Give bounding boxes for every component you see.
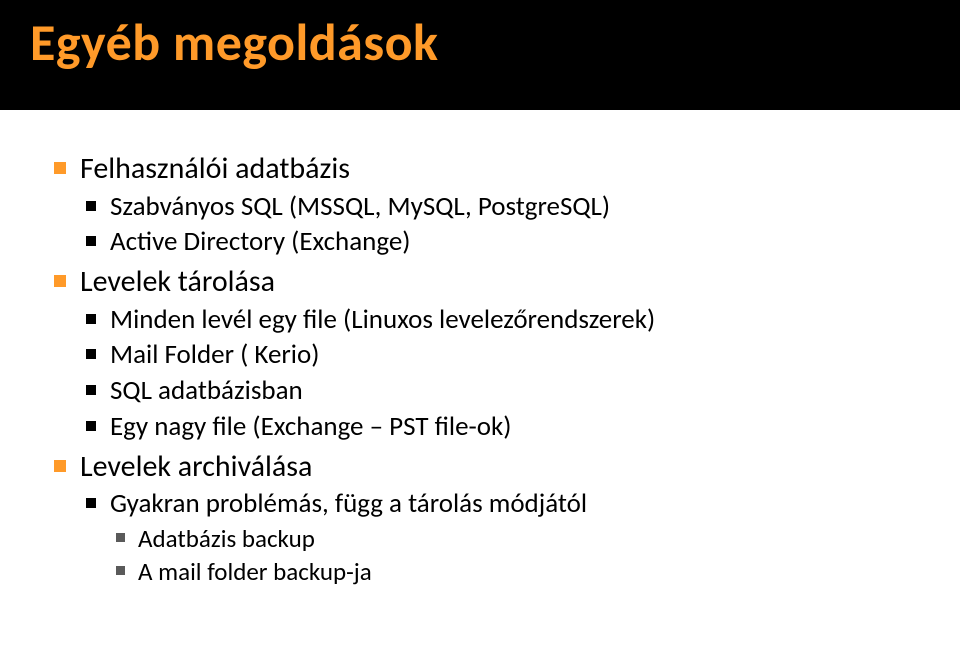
list-item-label: A mail folder backup-ja — [138, 556, 372, 587]
list-item: Mail Folder ( Kerio) — [80, 338, 920, 372]
list-item: Active Directory (Exchange) — [80, 225, 920, 259]
bullet-list-level2: Szabványos SQL (MSSQL, MySQL, PostgreSQL… — [80, 190, 920, 260]
list-item: Szabványos SQL (MSSQL, MySQL, PostgreSQL… — [80, 190, 920, 224]
list-item: Adatbázis backup — [110, 523, 920, 554]
list-item-label: Levelek archiválása — [80, 448, 312, 485]
list-item-label: SQL adatbázisban — [110, 374, 303, 407]
list-item-label: Minden levél egy file (Linuxos levelezőr… — [110, 303, 655, 336]
list-item: A mail folder backup-ja — [110, 556, 920, 587]
list-item: SQL adatbázisban — [80, 374, 920, 408]
bullet-list-level2: Minden levél egy file (Linuxos levelezőr… — [80, 303, 920, 444]
list-item: Levelek archiválása Gyakran problémás, f… — [50, 448, 920, 588]
list-item: Levelek tárolása Minden levél egy file (… — [50, 263, 920, 444]
list-item-label: Levelek tárolása — [80, 263, 275, 300]
list-item: Minden levél egy file (Linuxos levelezőr… — [80, 303, 920, 337]
slide-title: Egyéb megoldások — [30, 10, 930, 74]
list-item-label: Egy nagy file (Exchange – PST file-ok) — [110, 410, 511, 443]
list-item-label: Felhasználói adatbázis — [80, 150, 350, 187]
list-item: Gyakran problémás, függ a tárolás módját… — [80, 487, 920, 587]
list-item-label: Active Directory (Exchange) — [110, 225, 410, 258]
slide-content: Felhasználói adatbázis Szabványos SQL (M… — [0, 110, 960, 587]
slide-header: Egyéb megoldások — [0, 0, 960, 110]
bullet-list-level1: Felhasználói adatbázis Szabványos SQL (M… — [50, 150, 920, 587]
bullet-list-level3: Adatbázis backup A mail folder backup-ja — [110, 523, 920, 588]
list-item: Egy nagy file (Exchange – PST file-ok) — [80, 410, 920, 444]
bullet-list-level2: Gyakran problémás, függ a tárolás módját… — [80, 487, 920, 587]
list-item: Felhasználói adatbázis Szabványos SQL (M… — [50, 150, 920, 259]
list-item-label: Mail Folder ( Kerio) — [110, 338, 319, 371]
list-item-label: Adatbázis backup — [138, 523, 315, 554]
list-item-label: Szabványos SQL (MSSQL, MySQL, PostgreSQL… — [110, 190, 610, 223]
list-item-label: Gyakran problémás, függ a tárolás módját… — [110, 487, 587, 520]
